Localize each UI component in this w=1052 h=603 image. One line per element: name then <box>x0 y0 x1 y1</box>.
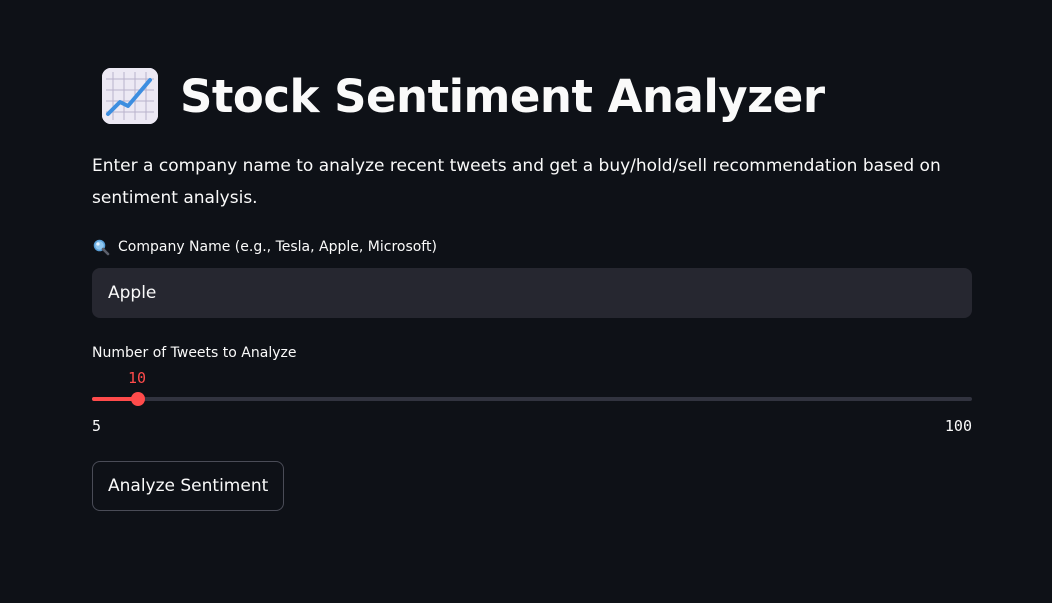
page-header: Stock Sentiment Analyzer <box>102 64 825 128</box>
company-name-input[interactable]: Apple <box>92 268 972 318</box>
magnifying-glass-icon <box>92 238 110 256</box>
tweet-count-slider-max: 100 <box>944 417 972 435</box>
company-input-label: Company Name (e.g., Tesla, Apple, Micros… <box>92 237 437 257</box>
chart-increasing-icon <box>102 68 158 124</box>
page-description: Enter a company name to analyze recent t… <box>92 156 941 208</box>
page-title: Stock Sentiment Analyzer <box>180 69 825 123</box>
tweet-count-slider-value: 10 <box>128 369 147 387</box>
tweet-count-slider-track[interactable] <box>92 397 972 401</box>
company-input-label-text: Company Name (e.g., Tesla, Apple, Micros… <box>118 239 437 255</box>
tweet-count-slider-label: Number of Tweets to Analyze <box>92 345 297 361</box>
tweet-count-slider-thumb[interactable] <box>131 392 145 406</box>
analyze-sentiment-button[interactable]: Analyze Sentiment <box>92 461 285 511</box>
tweet-count-slider-min: 5 <box>92 417 102 435</box>
